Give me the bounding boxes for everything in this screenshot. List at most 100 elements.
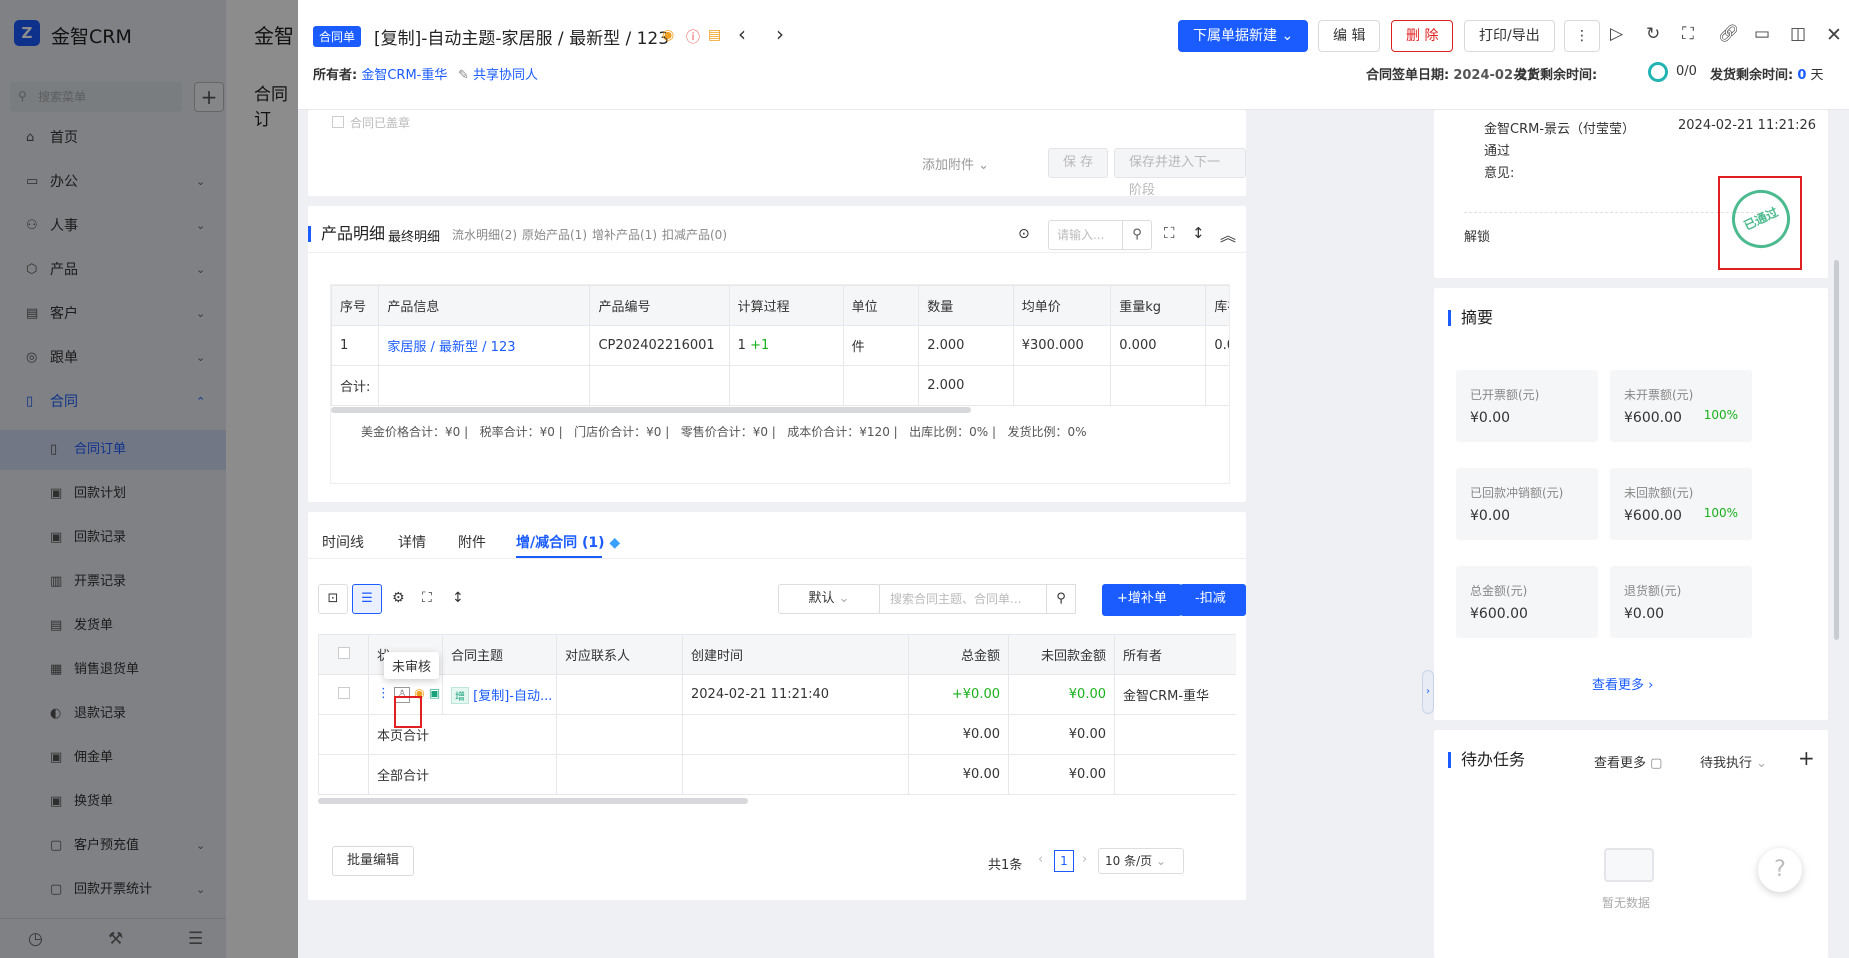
- contract-table: 状 合同主题 对应联系人 创建时间 总金额 未回款金额 所有者 ⋮ ♙ ◉ ▣ …: [318, 634, 1236, 795]
- edit-button[interactable]: 编 辑: [1318, 20, 1381, 52]
- select-all-cell[interactable]: [318, 634, 369, 675]
- close-icon[interactable]: ✕: [1826, 24, 1842, 46]
- filter-select[interactable]: 默认 ⌄: [778, 584, 880, 614]
- col-header[interactable]: 所有者: [1114, 634, 1236, 675]
- row-checkbox[interactable]: [337, 686, 350, 699]
- col-header[interactable]: 总金额: [908, 634, 1009, 675]
- monitor-icon[interactable]: ▭: [1754, 24, 1770, 44]
- col-header[interactable]: 库存: [1205, 285, 1229, 326]
- link-icon[interactable]: 🔗︎: [1718, 24, 1740, 44]
- prev-page-icon[interactable]: ‹: [1038, 852, 1043, 867]
- tab-flow-detail[interactable]: 流水明细(2): [452, 226, 517, 243]
- tab-added-products[interactable]: 增补产品(1): [592, 226, 657, 243]
- record-count: 共1条: [988, 858, 1023, 873]
- tab-deducted-products[interactable]: 扣减产品(0): [662, 226, 727, 243]
- fullscreen-icon[interactable]: ⛶: [1164, 224, 1175, 242]
- save-button[interactable]: 保 存: [1048, 148, 1109, 178]
- prev-record-icon[interactable]: ‹: [738, 22, 746, 46]
- settings-icon[interactable]: ⊙: [1018, 226, 1030, 242]
- quantity: 2.000: [918, 325, 1014, 366]
- unlock-link[interactable]: 解锁: [1464, 226, 1490, 245]
- ship-remaining: 发货剩余时间:: [1514, 64, 1597, 83]
- col-header[interactable]: 未回款金额: [1008, 634, 1115, 675]
- page-number[interactable]: 1: [1054, 850, 1074, 872]
- col-header[interactable]: 重量kg: [1110, 285, 1207, 326]
- table-header-row: 序号 产品信息 产品编号 计算过程 单位 数量 均单价 重量kg 库存 已: [331, 285, 1229, 326]
- print-export-button[interactable]: 打印/导出: [1464, 20, 1555, 52]
- collapse-up-icon[interactable]: ︽: [1220, 222, 1236, 246]
- delete-button[interactable]: 删 除: [1391, 20, 1454, 52]
- right-scrollbar[interactable]: [1834, 260, 1839, 640]
- contract-search-input[interactable]: 搜索合同主题、合同单...: [879, 584, 1047, 614]
- fullscreen-icon[interactable]: ⛶: [1682, 24, 1694, 44]
- col-header[interactable]: 均单价: [1012, 285, 1112, 326]
- tab-timeline[interactable]: 时间线: [322, 532, 364, 552]
- new-sub-document-button[interactable]: 下属单据新建 ⌄: [1178, 20, 1309, 52]
- col-header[interactable]: 计算过程: [728, 285, 844, 326]
- col-header[interactable]: 产品信息: [378, 285, 591, 326]
- more-actions-button[interactable]: ⋮: [1564, 20, 1600, 52]
- fullscreen-icon[interactable]: ⛶: [422, 590, 432, 606]
- modal-overlay[interactable]: [0, 0, 298, 958]
- stat-returned: 退货额(元) ¥0.00: [1610, 566, 1752, 638]
- next-page-icon[interactable]: ›: [1082, 852, 1087, 867]
- col-header[interactable]: 数量: [918, 285, 1014, 326]
- row-select-cell[interactable]: [318, 674, 369, 715]
- add-supplement-button[interactable]: +增补单: [1102, 584, 1182, 616]
- add-attachment-link[interactable]: 添加附件 ⌄: [922, 154, 989, 173]
- tab-attachments[interactable]: 附件: [458, 532, 486, 552]
- horizontal-scrollbar[interactable]: [331, 407, 971, 413]
- row-height-icon[interactable]: ↕: [452, 590, 464, 606]
- todo-filter-select[interactable]: 待我执行 ⌄: [1700, 752, 1767, 771]
- search-icon[interactable]: ⚲: [1046, 584, 1076, 614]
- avg-price: ¥300.000: [1012, 325, 1112, 366]
- horizontal-scrollbar[interactable]: [318, 798, 748, 804]
- contract-subject-link[interactable]: [复制]-自动...: [473, 689, 552, 704]
- panel-collapse-handle[interactable]: ›: [1422, 670, 1434, 714]
- col-header[interactable]: 对应联系人: [556, 634, 683, 675]
- empty-cell: [728, 365, 844, 406]
- empty-inbox-icon: [1604, 848, 1654, 882]
- col-header[interactable]: 单位: [842, 285, 920, 326]
- product-search-input[interactable]: 请输入...: [1048, 220, 1123, 250]
- page-size-select[interactable]: 10 条/页 ⌄: [1098, 848, 1184, 874]
- batch-edit-button[interactable]: 批量编辑: [332, 846, 415, 876]
- todo-more-link[interactable]: 查看更多 ▢: [1594, 752, 1662, 771]
- ship-progress-ring: [1648, 62, 1668, 82]
- owner-link[interactable]: 金智CRM-重华: [361, 68, 447, 83]
- play-icon[interactable]: ▷: [1610, 24, 1623, 44]
- col-header[interactable]: 合同主题: [442, 634, 557, 675]
- save-next-stage-button[interactable]: 保存并进入下一阶段: [1114, 148, 1246, 198]
- col-header[interactable]: 序号: [331, 285, 380, 326]
- tab-original-products[interactable]: 原始产品(1): [522, 226, 587, 243]
- diamond-icon: ◆: [609, 535, 621, 551]
- refresh-icon[interactable]: ↻: [1646, 24, 1660, 44]
- add-task-icon[interactable]: +: [1798, 746, 1815, 770]
- list-view-icon[interactable]: ☰: [352, 584, 382, 614]
- tab-add-deduct-contracts[interactable]: 增/减合同 (1) ◆: [516, 532, 620, 552]
- select-all-checkbox[interactable]: [337, 646, 350, 659]
- chevron-down-icon: ⌄: [1281, 28, 1294, 44]
- split-view-icon[interactable]: ◫: [1790, 24, 1806, 44]
- all-total-label: 全部合计: [368, 754, 557, 795]
- product-info-link[interactable]: 家居服 / 最新型 / 123: [378, 325, 591, 366]
- share-collaborator-link[interactable]: ✎ 共享协同人: [458, 64, 538, 83]
- tab-final-detail[interactable]: 最终明细: [388, 226, 440, 245]
- stamped-checkbox[interactable]: [332, 116, 344, 128]
- summary-more-link[interactable]: 查看更多 ›: [1592, 674, 1653, 693]
- ship-remaining-label: 发货剩余时间:: [1514, 68, 1598, 83]
- search-icon[interactable]: ⚲: [1122, 220, 1152, 250]
- help-icon[interactable]: ?: [1758, 848, 1802, 892]
- add-deduction-button[interactable]: -扣减单: [1180, 584, 1246, 634]
- presentation-icon[interactable]: ⊡: [318, 584, 348, 614]
- approver-name: 金智CRM-景云（付莹莹）: [1484, 122, 1636, 137]
- next-record-icon[interactable]: ›: [776, 22, 784, 46]
- more-icon[interactable]: ⋮: [377, 686, 390, 701]
- gear-icon[interactable]: ⚙: [392, 590, 405, 606]
- empty-cell: [318, 754, 369, 795]
- row-height-icon[interactable]: ↕: [1192, 224, 1205, 242]
- col-header[interactable]: 产品编号: [589, 285, 730, 326]
- stat-value: ¥0.00: [1470, 410, 1511, 426]
- tab-details[interactable]: 详情: [398, 532, 426, 552]
- col-header[interactable]: 创建时间: [682, 634, 909, 675]
